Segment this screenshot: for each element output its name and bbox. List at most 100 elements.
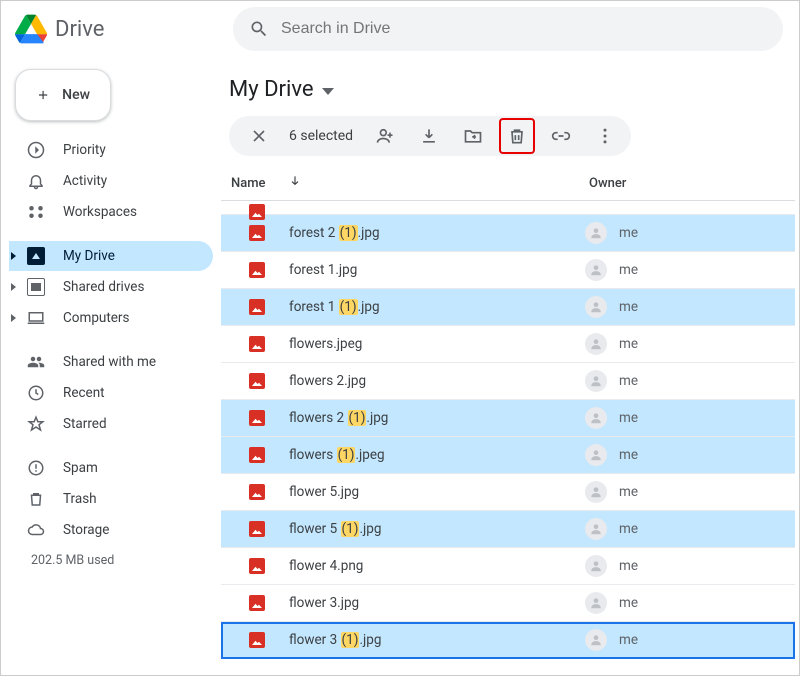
file-row[interactable]: forest 1.jpg me [221,252,795,289]
image-file-icon [249,299,265,315]
owner-avatar [585,518,607,540]
sidebar-item-shared-drives[interactable]: Shared drives [9,272,213,302]
clock-icon [27,384,45,402]
sidebar-item-workspaces[interactable]: Workspaces [9,197,213,227]
share-button[interactable] [367,118,403,154]
file-row[interactable]: flower 3.jpg me [221,585,795,622]
column-owner-header[interactable]: Owner [589,176,787,191]
file-row[interactable]: flower 5.jpgme [221,474,795,511]
file-name: flower 5.jpg [289,484,585,500]
owner-avatar [585,370,607,392]
more-vert-icon [595,126,615,146]
owner-label: me [619,373,638,389]
sidebar-item-starred[interactable]: Starred [9,409,213,439]
owner-cell: me [585,444,638,466]
owner-cell: me [585,555,638,577]
link-icon [551,126,571,146]
sidebar: New Priority Activity Workspaces [1,57,221,675]
new-button-label: New [62,87,90,103]
sidebar-item-priority[interactable]: Priority [9,135,213,165]
sidebar-item-my-drive[interactable]: My Drive [9,241,213,271]
file-row[interactable]: flower 5 (1).jpg me [221,511,795,548]
file-row-partial [221,201,795,215]
owner-cell: me [585,592,638,614]
file-name: flowers 2 (1).jpg [289,410,585,426]
file-row[interactable]: flowers 2 (1).jpg me [221,400,795,437]
owner-avatar [585,259,607,281]
image-file-icon [249,262,265,278]
move-button[interactable] [455,118,491,154]
star-icon [27,415,45,433]
owner-avatar [585,296,607,318]
file-name: forest 1 (1).jpg [289,299,585,315]
file-row[interactable]: flowers (1).jpeg me [221,437,795,474]
workspaces-icon [27,203,45,221]
sort-arrow-down-icon[interactable] [288,174,302,192]
owner-label: me [619,262,638,278]
image-file-icon [249,521,265,537]
file-row[interactable]: flower 3 (1).jpgme [221,622,795,659]
file-name: forest 1.jpg [289,262,585,278]
image-file-icon [249,632,265,648]
image-file-icon [249,558,265,574]
image-file-icon [249,410,265,426]
sidebar-item-trash[interactable]: Trash [9,484,213,514]
sidebar-item-shared-with-me[interactable]: Shared with me [9,347,213,377]
clear-selection-button[interactable] [241,118,277,154]
owner-cell: me [585,629,638,651]
file-row[interactable]: forest 1 (1).jpgme [221,289,795,326]
sidebar-item-recent[interactable]: Recent [9,378,213,408]
file-name: flower 5 (1).jpg [289,521,585,537]
owner-avatar [585,629,607,651]
selection-count: 6 selected [285,128,359,144]
image-file-icon [249,447,265,463]
owner-label: me [619,558,638,574]
new-button[interactable]: New [15,69,111,121]
folder-move-icon [463,126,483,146]
search-bar[interactable] [233,7,783,51]
owner-label: me [619,410,638,426]
file-list: forest 2 (1).jpgmeforest 1.jpgmeforest 1… [221,201,795,671]
owner-cell: me [585,296,638,318]
bell-icon [27,172,45,190]
image-file-icon [249,373,265,389]
owner-label: me [619,521,638,537]
file-row[interactable]: flower 4.pngme [221,548,795,585]
file-row[interactable]: flowers.jpegme [221,326,795,363]
column-name-header[interactable]: Name [231,176,266,191]
image-file-icon [249,336,265,352]
owner-avatar [585,444,607,466]
storage-used-text: 202.5 MB used [9,545,213,568]
file-name: flowers (1).jpeg [289,447,585,463]
search-icon [249,19,269,39]
download-button[interactable] [411,118,447,154]
brand[interactable]: Drive [13,14,221,44]
search-input[interactable] [281,20,767,38]
owner-cell: me [585,481,638,503]
sidebar-item-spam[interactable]: Spam [9,453,213,483]
sidebar-item-activity[interactable]: Activity [9,166,213,196]
drive-logo-icon [15,14,47,44]
chevron-down-icon [322,88,334,95]
owner-cell: me [585,259,638,281]
chevron-right-icon [11,283,16,291]
owner-label: me [619,595,638,611]
file-row[interactable]: flowers 2.jpgme [221,363,795,400]
file-name: flower 3.jpg [289,595,585,611]
priority-icon [27,141,45,159]
more-actions-button[interactable] [587,118,623,154]
image-file-icon [249,484,265,500]
column-headers: Name Owner [221,164,795,201]
get-link-button[interactable] [543,118,579,154]
delete-button[interactable] [499,118,535,154]
file-row[interactable]: forest 2 (1).jpgme [221,215,795,252]
computer-icon [27,309,45,327]
owner-label: me [619,447,638,463]
chevron-right-icon [11,252,16,260]
breadcrumb[interactable]: My Drive [221,57,795,116]
selection-toolbar: 6 selected [229,116,631,156]
image-file-icon [249,595,265,611]
sidebar-item-computers[interactable]: Computers [9,303,213,333]
breadcrumb-title: My Drive [229,77,314,102]
sidebar-item-storage[interactable]: Storage [9,515,213,545]
